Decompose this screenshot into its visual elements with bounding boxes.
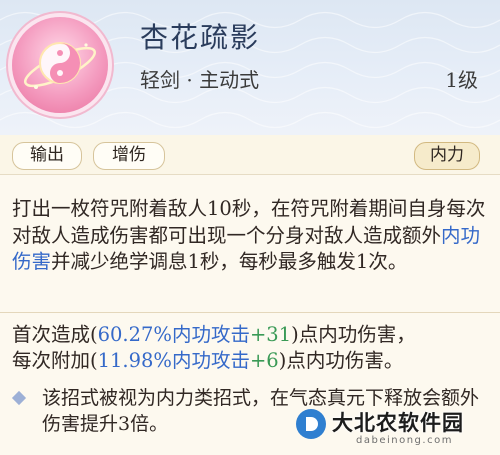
skill-type: 轻剑 · 主动式 xyxy=(140,68,260,92)
damage-prefix: 首次造成( xyxy=(12,323,98,346)
watermark-subtitle: dabeinong.com xyxy=(356,435,453,446)
skill-level: 1级 xyxy=(445,68,478,92)
damage-suffix: )点内功伤害， xyxy=(291,323,416,346)
description-text: 打出一枚符咒附着敌人10秒，在符咒附着期间自身每次对敌人造成伤害都可出现一个分身… xyxy=(12,197,486,247)
yin-yang-orb-icon xyxy=(23,42,97,89)
description-text-end: 并减少绝学调息1秒，每秒最多触发1次。 xyxy=(51,250,408,273)
damage-formula: 首次造成(60.27%内功攻击+31)点内功伤害， 每次附加(11.98%内功攻… xyxy=(12,322,490,374)
damage-formula-value: 11.98%内功攻击 xyxy=(97,349,250,372)
watermark-logo-icon xyxy=(296,409,326,439)
skill-header: 杏花疏影 轻剑 · 主动式 1级 xyxy=(0,0,500,135)
tag-bar: 输出 增伤 内力 xyxy=(0,135,500,175)
damage-line-each: 每次附加(11.98%内功攻击+6)点内功伤害。 xyxy=(12,348,490,374)
tag-boost[interactable]: 增伤 xyxy=(93,142,165,170)
diamond-bullet-icon xyxy=(11,390,27,406)
damage-bonus: +31 xyxy=(249,323,292,346)
tag-category[interactable]: 内力 xyxy=(414,142,480,170)
tag-output[interactable]: 输出 xyxy=(12,142,82,170)
skill-description: 打出一枚符咒附着敌人10秒，在符咒附着期间自身每次对敌人造成伤害都可出现一个分身… xyxy=(12,196,490,276)
damage-bonus: +6 xyxy=(249,349,279,372)
damage-line-first: 首次造成(60.27%内功攻击+31)点内功伤害， xyxy=(12,322,490,348)
damage-formula-value: 60.27%内功攻击 xyxy=(97,323,250,346)
skill-name: 杏花疏影 xyxy=(140,21,261,54)
skill-icon[interactable] xyxy=(12,17,108,113)
section-divider xyxy=(0,312,500,313)
damage-prefix: 每次附加( xyxy=(12,349,98,372)
damage-suffix: )点内功伤害。 xyxy=(278,349,404,372)
watermark-title: 大北农软件园 xyxy=(332,411,464,435)
site-watermark: 大北农软件园 dabeinong.com xyxy=(296,407,496,451)
